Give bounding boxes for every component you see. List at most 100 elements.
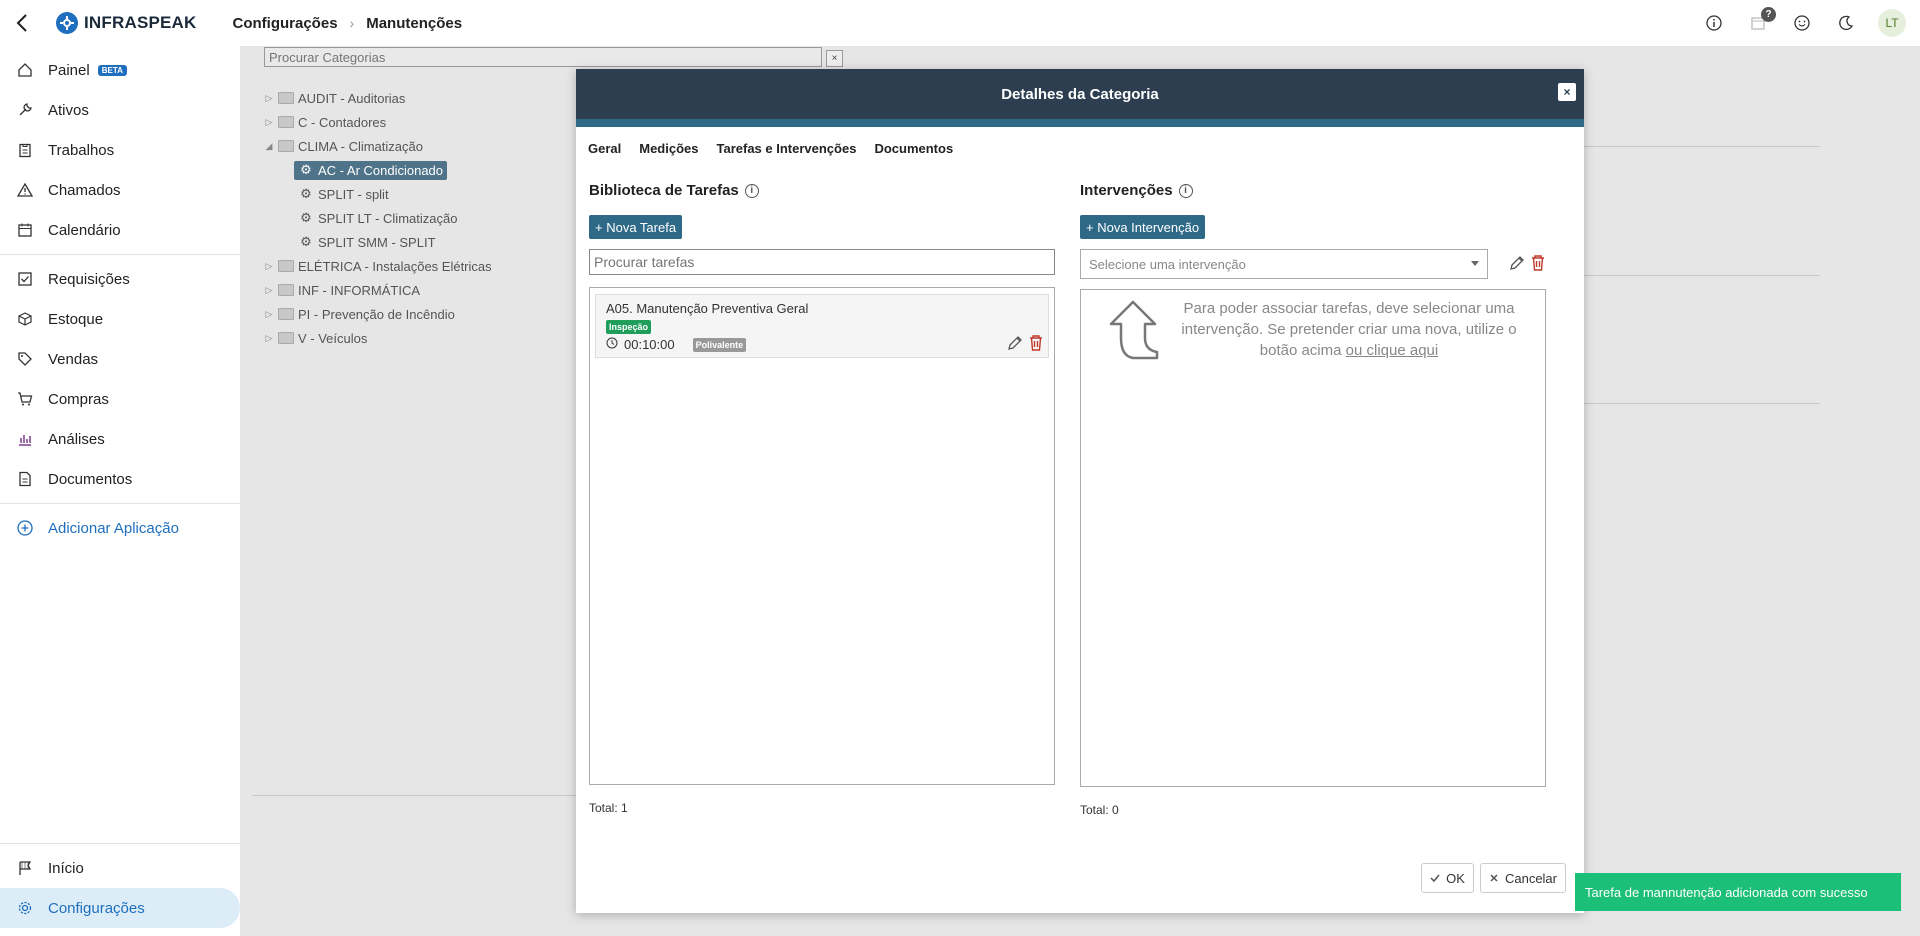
tree-node-label: C - Contadores (298, 114, 387, 130)
sidebar-item-label: Compras (48, 390, 109, 408)
sidebar-item-documentos[interactable]: Documentos (0, 459, 240, 499)
expand-triangle-icon[interactable]: ▷ (262, 309, 276, 320)
interventions-section: Intervenções i + Nova Intervenção Seleci… (1080, 182, 1560, 817)
sidebar-item-requisicoes[interactable]: Requisições (0, 259, 240, 299)
tree-node[interactable]: ▷ AUDIT - Auditorias (262, 86, 492, 110)
expand-triangle-icon[interactable]: ▷ (262, 285, 276, 296)
new-intervention-button[interactable]: + Nova Intervenção (1080, 215, 1206, 239)
help-badge: ? (1761, 7, 1776, 22)
delete-trash-icon[interactable] (1028, 334, 1044, 355)
background-divider (1584, 146, 1820, 147)
modal-tabs: Geral Medições Tarefas e Intervenções Do… (576, 127, 1584, 156)
modal-footer: OK Cancelar (1421, 863, 1566, 893)
add-application-label: Adicionar Aplicação (48, 519, 179, 537)
beta-badge: BETA (97, 64, 127, 76)
sidebar-item-label: Ativos (48, 101, 89, 119)
task-search-input[interactable] (589, 249, 1055, 275)
tree-node[interactable]: ▷ C - Contadores (262, 110, 492, 134)
tag-icon (16, 350, 34, 368)
gear-icon: ⚙ (300, 210, 312, 225)
add-application-button[interactable]: Adicionar Aplicação (0, 508, 240, 548)
tab-medicoes[interactable]: Medições (639, 141, 698, 156)
task-library-section: Biblioteca de Tarefas i + Nova Tarefa A0… (589, 182, 1055, 815)
modal-title: Detalhes da Categoria (1001, 85, 1159, 103)
dark-mode-moon-icon[interactable] (1834, 11, 1858, 35)
intervention-tasks-panel: Para poder associar tarefas, deve seleci… (1080, 289, 1546, 787)
sidebar-item-analises[interactable]: Análises (0, 419, 240, 459)
tree-node-label: ELÉTRICA - Instalações Elétricas (298, 258, 492, 274)
app-logo[interactable]: INFRASPEAK (56, 12, 197, 34)
sidebar: Painel BETA Ativos Trabalhos Chamados Ca… (0, 46, 240, 936)
sidebar-item-ativos[interactable]: Ativos (0, 90, 240, 130)
sidebar-item-trabalhos[interactable]: Trabalhos (0, 130, 240, 170)
sidebar-item-configuracoes[interactable]: Configurações (0, 888, 240, 928)
task-card[interactable]: A05. Manutenção Preventiva Geral Inspeçã… (595, 294, 1049, 358)
gear-icon (16, 899, 34, 917)
expand-triangle-icon[interactable]: ▷ (262, 261, 276, 272)
collapse-triangle-icon[interactable]: ◢ (262, 141, 276, 152)
clear-search-icon[interactable]: × (826, 50, 843, 67)
ok-button-label: OK (1446, 870, 1465, 886)
app-name: INFRASPEAK (84, 13, 197, 32)
expand-triangle-icon[interactable]: ▷ (262, 117, 276, 128)
tab-documentos[interactable]: Documentos (874, 141, 953, 156)
tree-node[interactable]: ⚙ SPLIT - split (262, 182, 492, 206)
tab-tarefas-intervencoes[interactable]: Tarefas e Intervenções (717, 141, 857, 156)
interventions-total: Total: 0 (1080, 803, 1119, 817)
curved-arrow-up-icon (1107, 298, 1161, 363)
tree-node[interactable]: ⚙ SPLIT SMM - SPLIT (262, 230, 492, 254)
tree-node[interactable]: ▷ INF - INFORMÁTICA (262, 278, 492, 302)
tree-node[interactable]: ▷ ELÉTRICA - Instalações Elétricas (262, 254, 492, 278)
success-toast: Tarefa de mannutenção adicionada com suc… (1575, 873, 1901, 911)
sidebar-item-inicio[interactable]: Início (0, 848, 240, 888)
tree-node-selected[interactable]: ⚙ AC - Ar Condicionado (262, 158, 492, 182)
user-avatar[interactable]: LT (1878, 9, 1906, 37)
tree-node[interactable]: ▷ V - Veículos (262, 326, 492, 350)
new-task-button[interactable]: + Nova Tarefa (589, 215, 683, 239)
tree-node[interactable]: ◢ CLIMA - Climatização (262, 134, 492, 158)
close-icon (1489, 871, 1499, 886)
breadcrumb-page: Manutenções (366, 14, 463, 32)
chevron-down-icon (1471, 261, 1479, 266)
expand-triangle-icon[interactable]: ▷ (262, 93, 276, 104)
gear-icon: ⚙ (300, 234, 312, 249)
breadcrumb-section[interactable]: Configurações (233, 15, 338, 32)
info-icon[interactable]: i (1178, 183, 1193, 198)
sidebar-item-estoque[interactable]: Estoque (0, 299, 240, 339)
sidebar-item-painel[interactable]: Painel BETA (0, 50, 240, 90)
delete-trash-icon[interactable] (1530, 254, 1546, 275)
modal-header: Detalhes da Categoria × (576, 69, 1584, 119)
gear-icon: ⚙ (300, 186, 312, 201)
sidebar-item-chamados[interactable]: Chamados (0, 170, 240, 210)
close-icon[interactable]: × (1558, 83, 1576, 101)
expand-triangle-icon[interactable]: ▷ (262, 333, 276, 344)
sidebar-item-compras[interactable]: Compras (0, 379, 240, 419)
tree-node[interactable]: ⚙ SPLIT LT - Climatização (262, 206, 492, 230)
sidebar-divider (0, 503, 240, 504)
category-search-input[interactable] (264, 47, 822, 67)
info-icon[interactable]: i (744, 183, 759, 198)
ok-button[interactable]: OK (1421, 863, 1474, 893)
back-arrow-icon[interactable] (0, 0, 44, 46)
toast-message: Tarefa de mannutenção adicionada com suc… (1585, 884, 1868, 900)
intervention-select[interactable]: Selecione uma intervenção (1080, 249, 1488, 279)
folder-icon (278, 308, 294, 320)
edit-pencil-icon[interactable] (1006, 334, 1024, 355)
gear-icon: ⚙ (300, 162, 312, 177)
plus-circle-icon (16, 519, 34, 537)
sidebar-item-vendas[interactable]: Vendas (0, 339, 240, 379)
create-intervention-link[interactable]: ou clique aqui (1346, 342, 1439, 359)
folder-icon (278, 284, 294, 296)
clipboard-icon (16, 141, 34, 159)
cancel-button[interactable]: Cancelar (1479, 863, 1566, 893)
info-icon[interactable] (1702, 11, 1726, 35)
smiley-icon[interactable] (1790, 11, 1814, 35)
calendar-help-icon[interactable]: ? (1746, 7, 1776, 35)
edit-pencil-icon[interactable] (1508, 254, 1526, 275)
tree-node[interactable]: ▷ PI - Prevenção de Incêndio (262, 302, 492, 326)
sidebar-item-label: Calendário (48, 221, 121, 239)
tab-geral[interactable]: Geral (588, 141, 621, 156)
folder-icon (278, 332, 294, 344)
sidebar-item-calendario[interactable]: Calendário (0, 210, 240, 250)
infraspeak-logo-icon (56, 12, 78, 34)
